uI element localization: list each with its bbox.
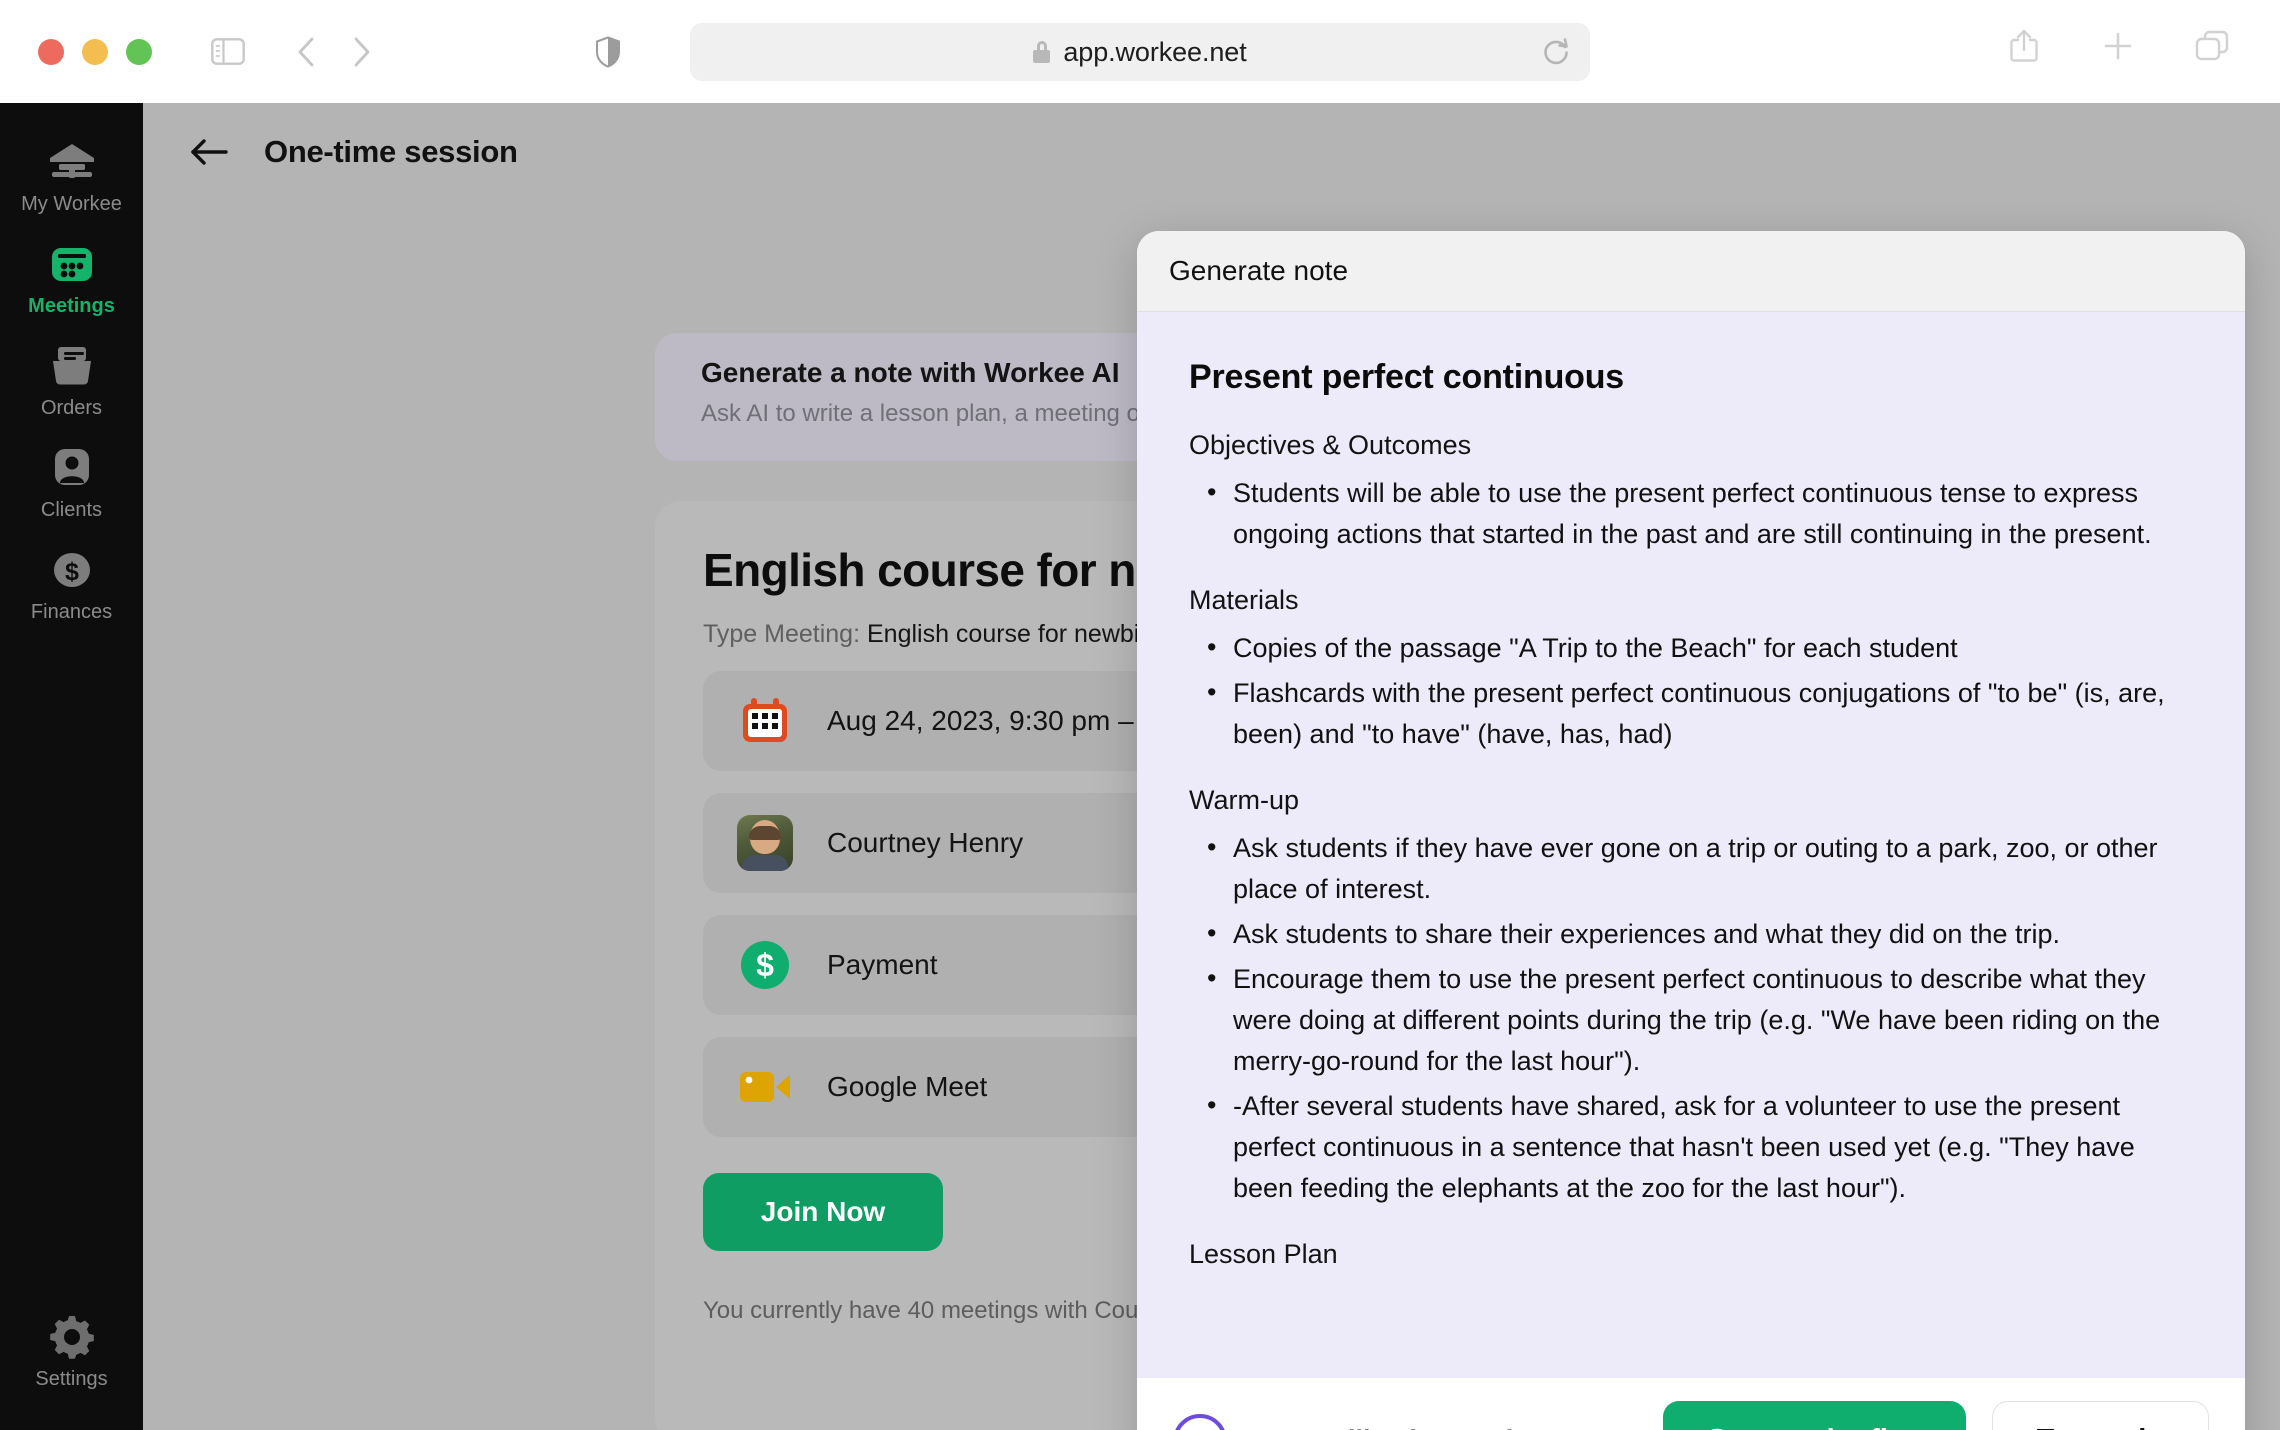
section-heading: Materials [1189, 585, 1299, 616]
avatar [737, 815, 793, 871]
modal-footer: Do you like the result? Save and refine … [1137, 1378, 2245, 1430]
sidebar-item-label: Orders [40, 397, 103, 419]
page-title: One-time session [264, 134, 518, 169]
meeting-payment-text: Payment [827, 949, 938, 980]
calendar-icon [737, 693, 793, 749]
reload-icon[interactable] [1540, 35, 1572, 74]
list-item: Flashcards with the present perfect cont… [1189, 672, 2193, 755]
list-item: Encourage them to use the present perfec… [1189, 958, 2193, 1082]
sidebar-item-label: My Workee [21, 193, 122, 215]
close-window-button[interactable] [38, 38, 64, 65]
dollar-icon: $ [737, 937, 793, 993]
modal-header: Generate note [1137, 231, 2245, 312]
arrow-left-icon[interactable] [188, 131, 230, 173]
browser-toolbar-right [1996, 18, 2240, 74]
section-heading: Objectives & Outcomes [1189, 430, 1472, 460]
person-icon [48, 444, 96, 492]
list-item: Copies of the passage "A Trip to the Bea… [1189, 627, 2193, 669]
dollar-icon: $ [48, 546, 96, 594]
gear-icon [48, 1313, 96, 1361]
sidebar-item-finances[interactable]: $ Finances [0, 533, 143, 635]
svg-text:$: $ [756, 947, 774, 983]
meeting-client-name: Courtney Henry [827, 827, 1024, 858]
url-bar[interactable]: app.workee.net [690, 23, 1590, 81]
section-list: Students will be able to use the present… [1189, 472, 2193, 555]
share-icon[interactable] [1996, 18, 2052, 74]
lock-icon [1033, 41, 1051, 63]
note-title: Present perfect continuous [1189, 358, 1624, 396]
section-heading: Warm-up [1189, 785, 1300, 816]
section-list: Copies of the passage "A Trip to the Bea… [1189, 627, 2193, 755]
sidebar-item-label: Settings [35, 1368, 108, 1390]
section-list: Ask students if they have ever gone on a… [1189, 827, 2193, 1209]
sidebar-item-label: Clients [40, 499, 103, 521]
list-item: -After several students have shared, ask… [1189, 1085, 2193, 1209]
sidebar-item-label: Finances [30, 601, 113, 623]
shield-icon[interactable] [580, 24, 636, 80]
sidebar-item-clients[interactable]: Clients [0, 431, 143, 533]
sidebar-item-my-workee[interactable]: My Workee [0, 125, 143, 227]
orders-icon [48, 342, 96, 390]
plus-icon[interactable] [2090, 18, 2146, 74]
sidebar-item-meetings[interactable]: Meetings [0, 227, 143, 329]
sidebar-toggle-icon[interactable] [200, 24, 256, 80]
video-camera-icon [737, 1059, 793, 1115]
svg-text:$: $ [65, 558, 79, 586]
browser-nav-arrows [278, 24, 390, 80]
generate-note-modal: Generate note Present perfect continuous… [1137, 231, 2245, 1430]
chevron-right-icon[interactable] [334, 24, 390, 80]
save-and-refine-button[interactable]: Save and refine [1663, 1400, 1966, 1430]
try-again-button[interactable]: Try again [1991, 1400, 2209, 1430]
like-result-group[interactable]: Do you like the result? [1173, 1413, 1539, 1430]
url-text: app.workee.net [1063, 36, 1247, 67]
browser-chrome: app.workee.net [0, 0, 2280, 103]
join-now-button[interactable]: Join Now [703, 1173, 943, 1251]
home-icon [48, 138, 96, 186]
meeting-type-label: Type Meeting: [703, 620, 861, 648]
section-heading: Lesson Plan [1189, 1239, 1338, 1270]
list-item: Ask students if they have ever gone on a… [1189, 827, 2193, 910]
modal-body: Present perfect continuous Objectives & … [1137, 312, 2245, 1378]
app-frame: My Workee Meetings Orders Clients $ Fina… [0, 103, 2280, 1430]
sidebar-item-settings[interactable]: Settings [0, 1300, 143, 1402]
chevron-left-icon[interactable] [278, 24, 334, 80]
list-item: Students will be able to use the present… [1189, 472, 2193, 555]
tabs-overview-icon[interactable] [2184, 18, 2240, 74]
window-traffic-lights [38, 38, 152, 65]
modal-title: Generate note [1169, 255, 1349, 286]
page-header: One-time session [143, 103, 2280, 173]
minimize-window-button[interactable] [82, 38, 108, 65]
sidebar: My Workee Meetings Orders Clients $ Fina… [0, 103, 143, 1430]
like-result-label: Do you like the result? [1249, 1425, 1539, 1430]
maximize-window-button[interactable] [126, 38, 152, 65]
calendar-icon [48, 240, 96, 288]
sidebar-item-orders[interactable]: Orders [0, 329, 143, 431]
meeting-platform-text: Google Meet [827, 1071, 988, 1102]
check-circle-icon[interactable] [1173, 1413, 1227, 1430]
sidebar-item-label: Meetings [28, 295, 115, 317]
list-item: Ask students to share their experiences … [1189, 913, 2193, 955]
